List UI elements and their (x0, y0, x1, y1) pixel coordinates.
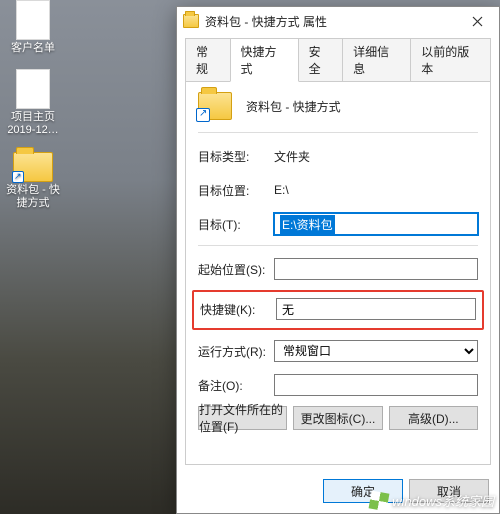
folder-shortcut-icon (13, 152, 53, 182)
target-type-label: 目标类型: (198, 148, 274, 165)
close-icon (472, 16, 483, 27)
hotkey-highlight: 快捷键(K): (192, 290, 484, 330)
shortcut-name: 资料包 - 快捷方式 (246, 98, 341, 115)
tabstrip: 常规 快捷方式 安全 详细信息 以前的版本 (177, 37, 499, 81)
desktop-icon[interactable]: 客户名单 (6, 0, 60, 55)
target-field[interactable]: E:\资料包 (274, 213, 478, 235)
desktop-icons: 客户名单 项目主页 2019-12… 资料包 - 快 捷方式 (6, 0, 66, 224)
folder-shortcut-icon (198, 92, 232, 120)
tab-general[interactable]: 常规 (185, 38, 231, 82)
close-button[interactable] (457, 9, 497, 33)
desktop-icon[interactable]: 项目主页 2019-12… (6, 69, 60, 137)
desktop-icon-label: 资料包 - 快 捷方式 (6, 184, 60, 210)
tab-previous-versions[interactable]: 以前的版本 (410, 38, 491, 82)
folder-shortcut-icon (183, 14, 199, 28)
target-location-label: 目标位置: (198, 182, 274, 199)
target-location-value: E:\ (274, 183, 478, 197)
target-value: E:\资料包 (280, 215, 335, 234)
titlebar[interactable]: 资料包 - 快捷方式 属性 (177, 7, 499, 35)
tab-details[interactable]: 详细信息 (342, 38, 411, 82)
start-in-label: 起始位置(S): (198, 261, 274, 278)
windows-logo-icon (370, 492, 388, 510)
advanced-button[interactable]: 高级(D)... (389, 406, 478, 430)
target-type-value: 文件夹 (274, 148, 478, 165)
hotkey-field[interactable] (276, 298, 476, 320)
desktop-icon-label: 项目主页 2019-12… (6, 111, 60, 137)
comment-field[interactable] (274, 374, 478, 396)
hotkey-label: 快捷键(K): (200, 301, 276, 318)
desktop-icon[interactable]: 资料包 - 快 捷方式 (6, 152, 60, 210)
divider (198, 245, 478, 246)
file-icon (16, 0, 50, 40)
tab-shortcut[interactable]: 快捷方式 (230, 38, 299, 82)
tab-panel-shortcut: 资料包 - 快捷方式 目标类型: 文件夹 目标位置: E:\ 目标(T): E:… (185, 81, 491, 465)
tab-security[interactable]: 安全 (298, 38, 344, 82)
comment-label: 备注(O): (198, 377, 274, 394)
divider (198, 132, 478, 133)
window-title: 资料包 - 快捷方式 属性 (205, 13, 457, 30)
start-in-field[interactable] (274, 258, 478, 280)
watermark-text: windows系统家园 (392, 491, 494, 510)
panel-header: 资料包 - 快捷方式 (198, 92, 478, 120)
target-label: 目标(T): (198, 216, 274, 233)
watermark: windows系统家园 (370, 491, 494, 510)
file-icon (16, 69, 50, 109)
desktop-icon-label: 客户名单 (6, 42, 60, 55)
properties-dialog: 资料包 - 快捷方式 属性 常规 快捷方式 安全 详细信息 以前的版本 资料包 … (176, 6, 500, 514)
run-select[interactable]: 常规窗口 (274, 340, 478, 362)
panel-button-row: 打开文件所在的位置(F) 更改图标(C)... 高级(D)... (198, 406, 478, 430)
run-label: 运行方式(R): (198, 343, 274, 360)
open-file-location-button[interactable]: 打开文件所在的位置(F) (198, 406, 287, 430)
change-icon-button[interactable]: 更改图标(C)... (293, 406, 382, 430)
